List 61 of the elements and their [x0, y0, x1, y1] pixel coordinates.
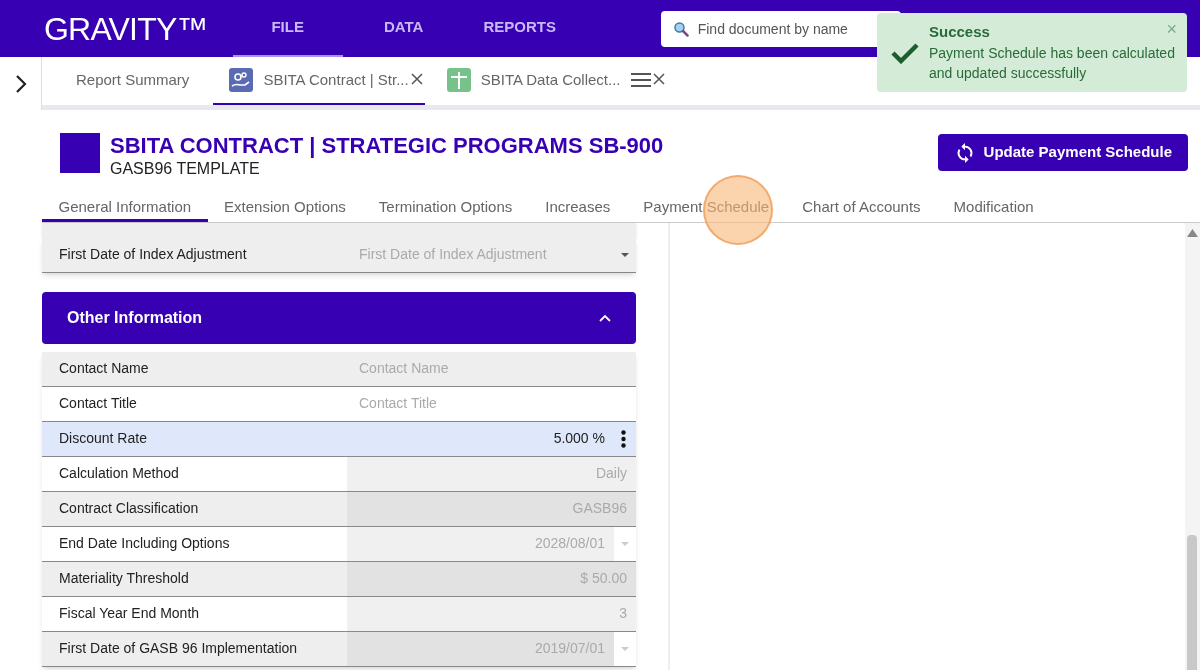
logo: GRAVITY™: [43, 9, 209, 49]
readonly-field: GASB96: [347, 491, 636, 526]
readonly-field: Daily: [347, 456, 636, 491]
checkmark-icon: [891, 41, 919, 64]
section-tab[interactable]: Extension Options: [207, 196, 363, 222]
form-row[interactable]: Discount Rate 5.000 %: [42, 421, 636, 457]
input-field[interactable]: 5.000 %: [347, 421, 636, 456]
readonly-field: 2028/08/01: [347, 526, 636, 561]
field-label: End Date Including Options: [58, 534, 231, 553]
field-label: Calculation Method: [58, 464, 180, 483]
field-label: Materiality Threshold: [58, 569, 190, 588]
section-tab[interactable]: Termination Options: [362, 196, 529, 222]
form-row[interactable]: End Date Including Options 2028/08/01: [42, 526, 636, 562]
search-icon: [672, 20, 689, 37]
form-row[interactable]: First Date of Index Adjustment First Date of Index Adjustment: [42, 237, 636, 273]
menu-tab[interactable]: FILE: [232, 0, 343, 57]
search-field[interactable]: Find document by name: [660, 10, 901, 47]
field-label: Discount Rate: [58, 429, 148, 448]
form-row[interactable]: Contact Title Contact Title: [42, 386, 636, 422]
document-subtitle: GASB96 TEMPLATE: [110, 159, 261, 179]
document-color-square: [60, 133, 100, 173]
form-row[interactable]: Fiscal Year End Month 3: [42, 596, 636, 632]
more-options-icon[interactable]: [621, 429, 626, 448]
close-icon[interactable]: [652, 73, 665, 85]
close-icon[interactable]: [410, 73, 423, 85]
menu-tab[interactable]: REPORTS: [464, 0, 575, 57]
toast-message: Payment Schedule has been calculated and updated successfully: [929, 43, 1176, 84]
document-tab[interactable]: SBITA Contract | Str...: [213, 57, 425, 105]
section-tab[interactable]: Increases: [528, 196, 627, 222]
field-label: Contact Name: [58, 359, 150, 378]
section-tab[interactable]: Chart of Accounts: [785, 196, 938, 222]
section-tab[interactable]: Modification: [937, 196, 1051, 222]
scrollbar-thumb[interactable]: [1187, 534, 1197, 670]
field-label: Contact Title: [58, 394, 138, 413]
form-row[interactable]: Materiality Threshold $ 50.00: [42, 561, 636, 597]
form-row[interactable]: Contract Classification GASB96: [42, 491, 636, 527]
toast-title: Success: [929, 22, 990, 43]
section-header[interactable]: Other Information: [42, 291, 636, 344]
menu-icon[interactable]: [630, 73, 651, 87]
chevron-right-icon[interactable]: [14, 73, 27, 94]
readonly-field: 3: [347, 596, 636, 631]
update-payment-schedule-button[interactable]: Update Payment Schedule: [937, 134, 1188, 171]
document-tab[interactable]: SBITA Data Collect...: [430, 57, 667, 105]
field-label: Fiscal Year End Month: [58, 604, 201, 623]
field-label: Contract Classification: [58, 499, 200, 518]
dropdown-caret-icon[interactable]: [621, 252, 629, 257]
section-tab[interactable]: Payment Schedule: [626, 196, 786, 222]
form-row[interactable]: First Date of GASB 96 Implementation 2019/07/01: [42, 631, 636, 667]
readonly-field: $ 50.00: [347, 561, 636, 596]
section-title: Other Information: [67, 307, 203, 328]
field-label: First Date of Index Adjustment: [58, 245, 248, 264]
scrollbar[interactable]: [1185, 222, 1200, 670]
caret-icon[interactable]: [599, 313, 611, 322]
form-row[interactable]: Calculation Method Daily: [42, 456, 636, 492]
document-title: SBITA CONTRACT | STRATEGIC PROGRAMS SB-900: [110, 133, 664, 159]
scroll-up-icon[interactable]: [1187, 228, 1198, 237]
menu-tab[interactable]: DATA: [348, 0, 459, 57]
document-tab[interactable]: Report Summary: [60, 57, 206, 105]
readonly-field: 2019/07/01: [347, 631, 636, 666]
field-label: First Date of GASB 96 Implementation: [58, 639, 299, 658]
form-row[interactable]: Contact Name Contact Name: [42, 351, 636, 387]
